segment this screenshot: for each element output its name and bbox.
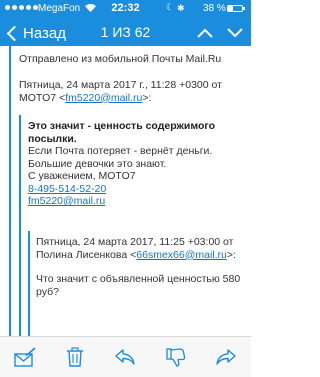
moon-icon: ☾ <box>166 2 175 12</box>
chevron-down-icon <box>227 28 243 38</box>
compose-mail-icon <box>14 347 36 367</box>
sent-from-note: Отправлено из мобильной Почты Mail.Ru <box>19 53 222 65</box>
dislike-icon <box>166 348 185 367</box>
status-bar: MegaFon 22:32 ☾ ✱ 38 % <box>0 0 251 16</box>
quoted-reply: Это значит - ценность содержимого посылк… <box>28 120 215 170</box>
signature: С уважением, MOTO7 8-495-514-52-20 fm522… <box>28 170 136 208</box>
trash-icon <box>67 347 84 367</box>
quote-header: Пятница, 24 марта 2017, 11:25 +03:00 от … <box>36 236 236 261</box>
reply-bold-line: Это значит - ценность содержимого <box>28 120 216 132</box>
quote-bar <box>28 231 30 336</box>
quote-bar <box>9 46 11 336</box>
forward-button[interactable] <box>212 344 240 370</box>
sender-email-link[interactable]: fm5220@mail.ru <box>65 92 142 104</box>
phone-link[interactable]: 8-495-514-52-20 <box>28 183 106 195</box>
quote-header-date: Пятница, 24 марта 2017, 11:25 +03:00 от <box>36 236 234 248</box>
sender-name: MOTO7 <box>19 91 60 104</box>
reply-button[interactable] <box>111 344 139 370</box>
signature-regards: С уважением, MOTO7 <box>28 170 136 182</box>
sender-name: Полина Лисенкова <box>36 248 131 261</box>
bottom-toolbar <box>0 336 251 377</box>
bluetooth-icon: ✱ <box>177 3 185 13</box>
quote-header: Пятница, 24 марта 2017 г., 11:28 +0300 о… <box>19 79 222 104</box>
previous-message-button[interactable] <box>195 24 215 42</box>
header-bar: MegaFon 22:32 ☾ ✱ 38 % Назад 1 ИЗ 62 <box>0 0 251 46</box>
original-question: Что значит с объявленной ценностью 580 р… <box>36 273 240 298</box>
back-button-label: Назад <box>23 24 66 42</box>
reply-bold-line: посылки. <box>28 132 77 145</box>
spam-button[interactable] <box>162 344 190 370</box>
reply-icon <box>115 349 136 365</box>
compose-button[interactable] <box>11 344 39 370</box>
delete-button[interactable] <box>61 344 89 370</box>
reply-line: Если Почта потеряет - вернёт деньги. <box>28 145 213 157</box>
forward-icon <box>216 349 236 365</box>
quote-bar <box>19 115 21 336</box>
quote-header-sender: MOTO7 <fm5220@mail.ru>: <box>19 91 152 104</box>
chevron-up-icon <box>197 28 213 38</box>
chevron-left-icon <box>6 25 23 41</box>
signature-email-link[interactable]: fm5220@mail.ru <box>28 195 105 207</box>
battery-icon <box>227 5 245 12</box>
question-line: руб? <box>36 285 59 298</box>
message-body: Отправлено из мобильной Почты Mail.Ru Пя… <box>0 46 251 336</box>
quote-header-sender: Полина Лисенкова <66smex66@mail.ru>: <box>36 248 236 261</box>
sender-email-link[interactable]: 66smex66@mail.ru <box>136 249 227 261</box>
question-line: Что значит с объявленной ценностью 580 <box>36 273 241 285</box>
battery-percentage: 38 % <box>203 3 226 14</box>
back-button[interactable]: Назад <box>4 22 66 44</box>
next-message-button[interactable] <box>225 24 245 42</box>
reply-line: Большие девочки это знают. <box>28 157 167 170</box>
quote-header-date: Пятница, 24 марта 2017 г., 11:28 +0300 о… <box>19 79 222 91</box>
